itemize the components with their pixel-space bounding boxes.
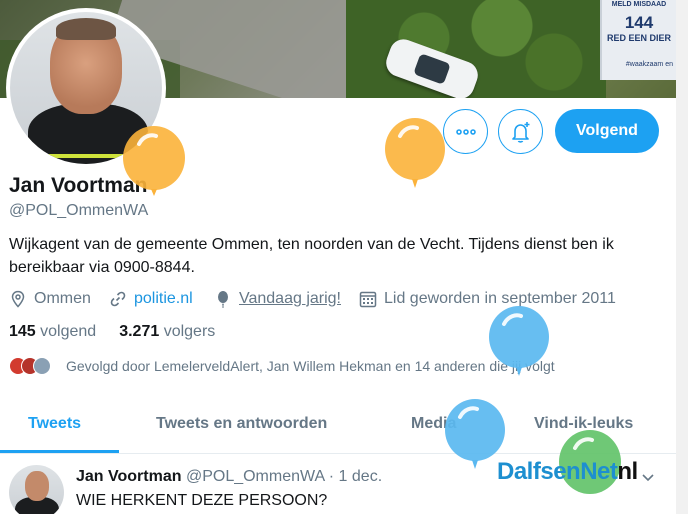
balloon-orange-1 xyxy=(123,126,185,196)
location-pin-icon xyxy=(9,290,27,308)
banner-trees xyxy=(346,0,606,98)
birthday-text[interactable]: Vandaag jarig! xyxy=(239,290,341,308)
page-scrollbar[interactable] xyxy=(676,0,688,514)
banner-sign-footer: #waakzaam en xyxy=(625,61,673,68)
link-icon xyxy=(109,290,127,308)
banner-sign-number: 144 xyxy=(624,13,654,32)
followed-by-row[interactable]: Gevolgd door LemelerveldAlert, Jan Wille… xyxy=(9,355,555,377)
chevron-down-icon[interactable] xyxy=(640,469,656,485)
avatar-hair xyxy=(56,18,116,40)
more-dots-icon xyxy=(455,128,476,135)
watermark-logo: DalfsenNetnl xyxy=(497,458,638,486)
profile-bio: Wijkagent van de gemeente Ommen, ten noo… xyxy=(9,236,614,276)
tweet-avatar-face xyxy=(25,471,49,501)
following-stat[interactable]: 145 volgend xyxy=(9,323,96,341)
notifications-button[interactable] xyxy=(498,109,543,154)
tab-tweets-and-replies[interactable]: Tweets en antwoorden xyxy=(156,415,327,433)
profile-stats: 145 volgend 3.271 volgers xyxy=(9,323,215,341)
more-options-button[interactable] xyxy=(443,109,488,154)
banner-sign: MELD MISDAAD 144 RED EEN DIER #waakzaam … xyxy=(600,0,676,80)
balloon-blue-1 xyxy=(489,306,549,376)
followed-by-avatars xyxy=(9,355,55,377)
following-count: 145 xyxy=(9,323,36,340)
tweet-separator: · xyxy=(328,468,335,485)
banner-sign-line1: MELD MISDAAD xyxy=(611,1,667,8)
profile-location: Ommen xyxy=(9,288,91,310)
tweet-avatar[interactable] xyxy=(9,465,64,514)
tab-tweets[interactable]: Tweets xyxy=(28,415,81,433)
balloon-icon xyxy=(214,290,232,308)
following-label: volgend xyxy=(40,323,97,340)
bell-plus-icon xyxy=(511,121,529,143)
tweet-header: Jan Voortman @POL_OmmenWA · 1 dec. xyxy=(76,468,382,486)
profile-handle: @POL_OmmenWA xyxy=(9,202,149,219)
tweet-author-handle[interactable]: @POL_OmmenWA xyxy=(186,468,324,485)
tweet-text: WIE HERKENT DEZE PERSOON? xyxy=(76,492,328,509)
location-text: Ommen xyxy=(34,290,91,307)
tweet-date[interactable]: 1 dec. xyxy=(339,468,383,485)
followers-stat[interactable]: 3.271 volgers xyxy=(119,323,215,341)
banner-sign-line3: RED EEN DIER xyxy=(606,33,671,43)
followers-label: volgers xyxy=(163,323,216,340)
following-button[interactable]: Volgend xyxy=(555,109,659,153)
profile-website[interactable]: politie.nl xyxy=(109,288,193,310)
watermark-part2: nl xyxy=(617,458,638,485)
profile-birthday[interactable]: Vandaag jarig! xyxy=(214,288,341,310)
watermark-part1: DalfsenNet xyxy=(497,458,618,485)
balloon-orange-2 xyxy=(385,118,445,188)
calendar-icon xyxy=(359,290,377,308)
follower-avatar-3 xyxy=(33,357,51,375)
website-link[interactable]: politie.nl xyxy=(134,290,193,308)
avatar-uniform-stripe xyxy=(46,154,130,158)
active-tab-indicator xyxy=(0,450,119,453)
followers-count: 3.271 xyxy=(119,323,160,340)
tweet-author-name[interactable]: Jan Voortman xyxy=(76,468,182,485)
followed-by-text: Gevolgd door LemelerveldAlert, Jan Wille… xyxy=(66,358,555,374)
